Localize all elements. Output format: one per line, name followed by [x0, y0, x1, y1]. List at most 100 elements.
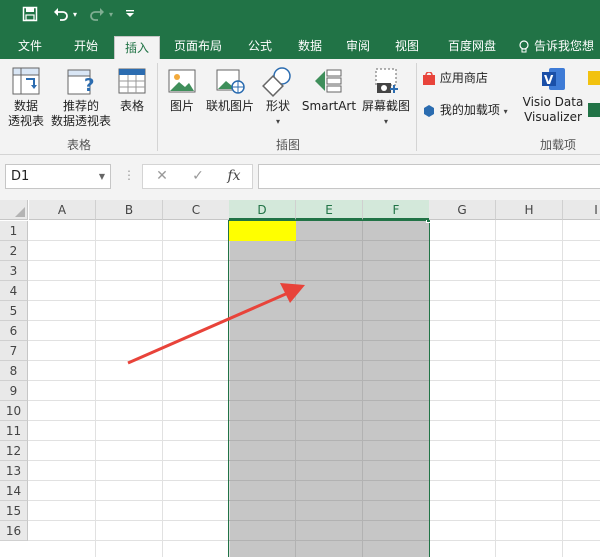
row-header-5[interactable]: 5	[0, 301, 28, 321]
group-label-tables: 表格	[66, 138, 91, 152]
customize-toolbar-icon[interactable]	[123, 6, 137, 26]
undo-dropdown-icon[interactable]: ▾	[73, 9, 77, 21]
svg-text:?: ?	[84, 75, 94, 96]
pivot-table-label: 数据 透视表	[7, 99, 44, 128]
tab-home[interactable]: 开始	[64, 33, 108, 59]
formula-buttons: ✕ ✓ fx	[142, 164, 253, 189]
insert-function-icon[interactable]: fx	[219, 165, 249, 188]
formula-input[interactable]	[258, 164, 600, 189]
online-picture-icon	[216, 69, 245, 94]
smartart-label: SmartArt	[301, 99, 357, 113]
column-header-c[interactable]: C	[163, 200, 230, 220]
online-picture-label: 联机图片	[205, 99, 254, 113]
row-header-2[interactable]: 2	[0, 241, 28, 261]
title-bar: ▾ ▾	[0, 0, 600, 33]
my-addins-dropdown-icon: ▾	[503, 107, 508, 116]
row-header-4[interactable]: 4	[0, 281, 28, 301]
tell-me-text: 告诉我您想	[534, 39, 595, 53]
redo-dropdown-icon[interactable]: ▾	[109, 9, 113, 21]
table-icon	[118, 68, 146, 94]
row-header-1[interactable]: 1	[0, 221, 28, 241]
column-header-f[interactable]: F	[363, 200, 430, 220]
screenshot-dropdown-icon: ▾	[383, 117, 388, 126]
online-picture-button[interactable]: 联机图片	[202, 65, 258, 114]
save-icon[interactable]	[20, 6, 40, 26]
screenshot-button[interactable]: 屏幕截图 ▾	[360, 65, 412, 129]
my-addins-label: 我的加载项	[439, 103, 500, 117]
row-header-7[interactable]: 7	[0, 341, 28, 361]
tab-review[interactable]: 审阅	[338, 33, 378, 59]
recommended-pivot-button[interactable]: ? 推荐的 数据透视表	[50, 65, 112, 129]
column-header-d[interactable]: D	[229, 200, 296, 220]
row-header-8[interactable]: 8	[0, 361, 28, 381]
shapes-button[interactable]: 形状 ▾	[260, 65, 296, 129]
row-header-3[interactable]: 3	[0, 261, 28, 281]
addin-overflow-icon-2[interactable]	[588, 103, 600, 121]
addins-icon	[424, 104, 434, 117]
addin-overflow-icon[interactable]	[588, 71, 600, 89]
row-header-11[interactable]: 11	[0, 421, 28, 441]
recommended-pivot-icon: ?	[67, 69, 94, 96]
name-box-dropdown-icon[interactable]: ▼	[99, 165, 105, 188]
tab-file[interactable]: 文件	[8, 33, 52, 59]
tell-me-box[interactable]: 告诉我您想	[518, 33, 594, 59]
ribbon-separator	[416, 63, 417, 151]
group-label-illustrations: 插图	[275, 138, 300, 152]
store-icon	[423, 70, 435, 85]
app-store-button[interactable]: 应用商店	[422, 70, 512, 86]
gridline	[95, 220, 96, 557]
table-button[interactable]: 表格	[114, 65, 150, 114]
visio-icon: V	[542, 68, 565, 90]
row-header-16[interactable]: 16	[0, 521, 28, 541]
shapes-label: 形状	[265, 99, 290, 113]
formula-bar: D1 ▼ ⋮ ✕ ✓ fx	[0, 155, 600, 200]
pivot-table-button[interactable]: 数据 透视表	[4, 65, 48, 129]
formula-bar-grip-icon[interactable]: ⋮	[123, 168, 135, 182]
row-header-14[interactable]: 14	[0, 481, 28, 501]
row-header-9[interactable]: 9	[0, 381, 28, 401]
undo-icon[interactable]	[51, 6, 71, 26]
screenshot-label: 屏幕截图	[361, 99, 410, 113]
visio-data-visualizer-button[interactable]: V Visio Data Visualizer	[520, 65, 586, 125]
tab-page-layout[interactable]: 页面布局	[166, 33, 230, 59]
tab-formulas[interactable]: 公式	[240, 33, 280, 59]
redo-icon[interactable]	[87, 6, 107, 26]
picture-icon	[168, 69, 196, 93]
column-header-b[interactable]: B	[96, 200, 163, 220]
enter-icon[interactable]: ✓	[183, 165, 213, 188]
pivot-table-icon	[12, 67, 40, 95]
gridline	[562, 220, 563, 557]
smartart-icon	[315, 69, 342, 93]
table-label: 表格	[119, 99, 144, 113]
column-header-g[interactable]: G	[429, 200, 496, 220]
recommended-pivot-label: 推荐的 数据透视表	[50, 99, 111, 128]
shapes-icon	[262, 67, 291, 97]
select-all-button[interactable]	[0, 200, 28, 220]
row-header-10[interactable]: 10	[0, 401, 28, 421]
picture-button[interactable]: 图片	[164, 65, 200, 114]
selection-border	[228, 220, 430, 557]
my-addins-button[interactable]: 我的加载项 ▾	[422, 103, 522, 119]
name-box[interactable]: D1 ▼	[5, 164, 111, 189]
name-box-value: D1	[11, 169, 30, 184]
row-header-12[interactable]: 12	[0, 441, 28, 461]
column-header-e[interactable]: E	[296, 200, 363, 220]
tab-baidu-netdisk[interactable]: 百度网盘	[438, 33, 506, 59]
tab-view[interactable]: 视图	[387, 33, 427, 59]
column-header-a[interactable]: A	[29, 200, 96, 220]
ribbon-tabs: 文件 开始 插入 页面布局 公式 数据 审阅 视图 百度网盘	[0, 33, 600, 59]
worksheet-grid[interactable]: ABCDEFGHI 1 2 3 4 5 6 7 8 9 10 11 12 13 14 15 16	[0, 200, 600, 557]
tab-insert[interactable]: 插入	[114, 36, 160, 59]
app-store-label: 应用商店	[439, 71, 488, 85]
tab-data[interactable]: 数据	[290, 33, 330, 59]
svg-text:V: V	[544, 73, 554, 87]
row-header-13[interactable]: 13	[0, 461, 28, 481]
cancel-icon[interactable]: ✕	[147, 165, 177, 188]
ribbon-separator	[157, 63, 158, 151]
column-header-i[interactable]: I	[563, 200, 600, 220]
shapes-dropdown-icon: ▾	[275, 117, 280, 126]
column-header-h[interactable]: H	[496, 200, 563, 220]
row-header-6[interactable]: 6	[0, 321, 28, 341]
smartart-button[interactable]: SmartArt	[298, 65, 360, 114]
row-header-15[interactable]: 15	[0, 501, 28, 521]
